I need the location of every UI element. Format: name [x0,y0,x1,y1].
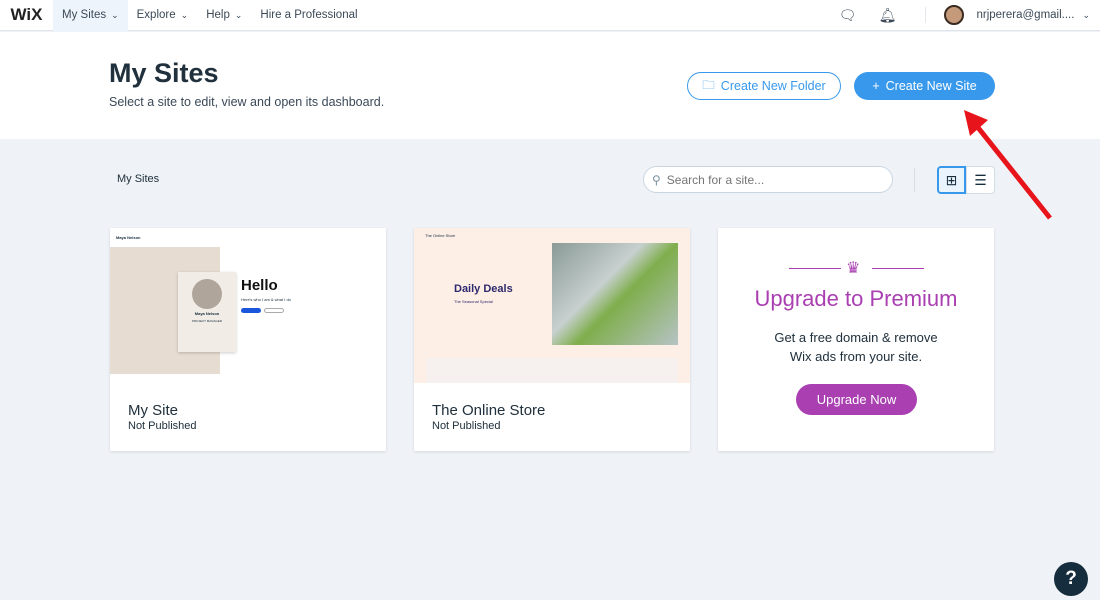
nav-explore[interactable]: Explore ⌄ [128,0,198,31]
site-status: Not Published [128,420,197,432]
list-icon: ☰ [974,171,987,188]
divider [925,7,927,23]
preview-person: Maya Nelson [194,311,220,316]
nav-label: Explore [136,9,176,21]
create-folder-button[interactable]: 🗀 Create New Folder [687,72,841,100]
preview-tagline: Here's who I am & what I do [241,297,291,302]
nav-label: Hire a Professional [260,9,358,21]
list-view-toggle[interactable]: ☰ [966,166,995,194]
preview-tagline: The Seasonal Special [454,299,493,304]
site-name: The Online Store [432,402,546,419]
page-title: My Sites [109,58,219,88]
button-label: Create New Site [885,79,977,93]
nav-label: My Sites [62,9,107,21]
chevron-down-icon: ⌄ [234,9,243,20]
user-email[interactable]: nrjperera@gmail.... [976,9,1074,21]
nav-label: Help [206,9,230,21]
premium-text: Get a free domain & remove [774,330,938,345]
site-card[interactable]: The Online Store Daily Deals The Seasona… [414,228,690,451]
search-icon: ⚲ [652,172,661,187]
button-label: Create New Folder [720,79,826,93]
nav-my-sites[interactable]: My Sites ⌄ [53,0,128,31]
preview-role: PROJECT MANAGER [192,319,222,323]
folder-plus-icon: 🗀 [702,77,715,92]
top-bar: WiX My Sites ⌄ Explore ⌄ Help ⌄ Hire a Prof… [0,0,1100,31]
plant-image [552,243,678,345]
preview-brand: The Online Store [425,233,456,238]
divider [872,268,924,269]
chevron-down-icon: ⌄ [180,9,189,20]
premium-title: Upgrade to Premium [754,286,958,311]
bell-icon[interactable]: 🔔︎ [867,7,907,24]
site-card[interactable]: Maya Nelson Maya Nelson PROJECT MANAGER … [110,228,386,451]
preview-headline: Daily Deals [454,283,513,295]
crown-icon: ♛ [846,260,861,277]
premium-text: Wix ads from your site. [789,349,923,364]
grid-view-toggle[interactable]: ⊞ [937,166,966,194]
grid-icon: ⊞ [945,171,958,188]
site-thumbnail[interactable]: Maya Nelson Maya Nelson PROJECT MANAGER … [110,228,386,383]
chat-icon[interactable]: 🗨 [827,7,867,24]
preview-brand: Maya Nelson [116,235,141,240]
upgrade-premium-card: ♛ Upgrade to Premium Get a free domain &… [718,228,994,451]
nav-hire-professional[interactable]: Hire a Professional [251,0,366,31]
avatar[interactable] [944,5,965,25]
site-thumbnail[interactable]: The Online Store Daily Deals The Seasona… [414,228,690,383]
help-button[interactable]: ? [1054,562,1088,596]
site-status: Not Published [432,420,501,432]
plus-icon: + [872,79,880,93]
page-header: My Sites Select a site to edit, view and… [0,32,1100,139]
nav-help[interactable]: Help ⌄ [197,0,251,31]
site-name: My Site [128,402,179,419]
preview-hello: Hello [241,277,278,294]
divider [789,268,841,269]
chevron-down-icon: ⌄ [111,9,119,20]
divider [914,168,915,192]
breadcrumb: My Sites [117,173,160,185]
upgrade-now-button[interactable]: Upgrade Now [796,384,917,415]
wix-logo[interactable]: WiX [0,5,53,25]
search-box[interactable]: ⚲ [643,166,893,193]
page-subtitle: Select a site to edit, view and open its… [109,95,385,109]
search-input[interactable] [666,172,867,187]
chevron-down-icon[interactable]: ⌄ [1082,10,1090,21]
create-site-button[interactable]: + Create New Site [854,72,995,100]
